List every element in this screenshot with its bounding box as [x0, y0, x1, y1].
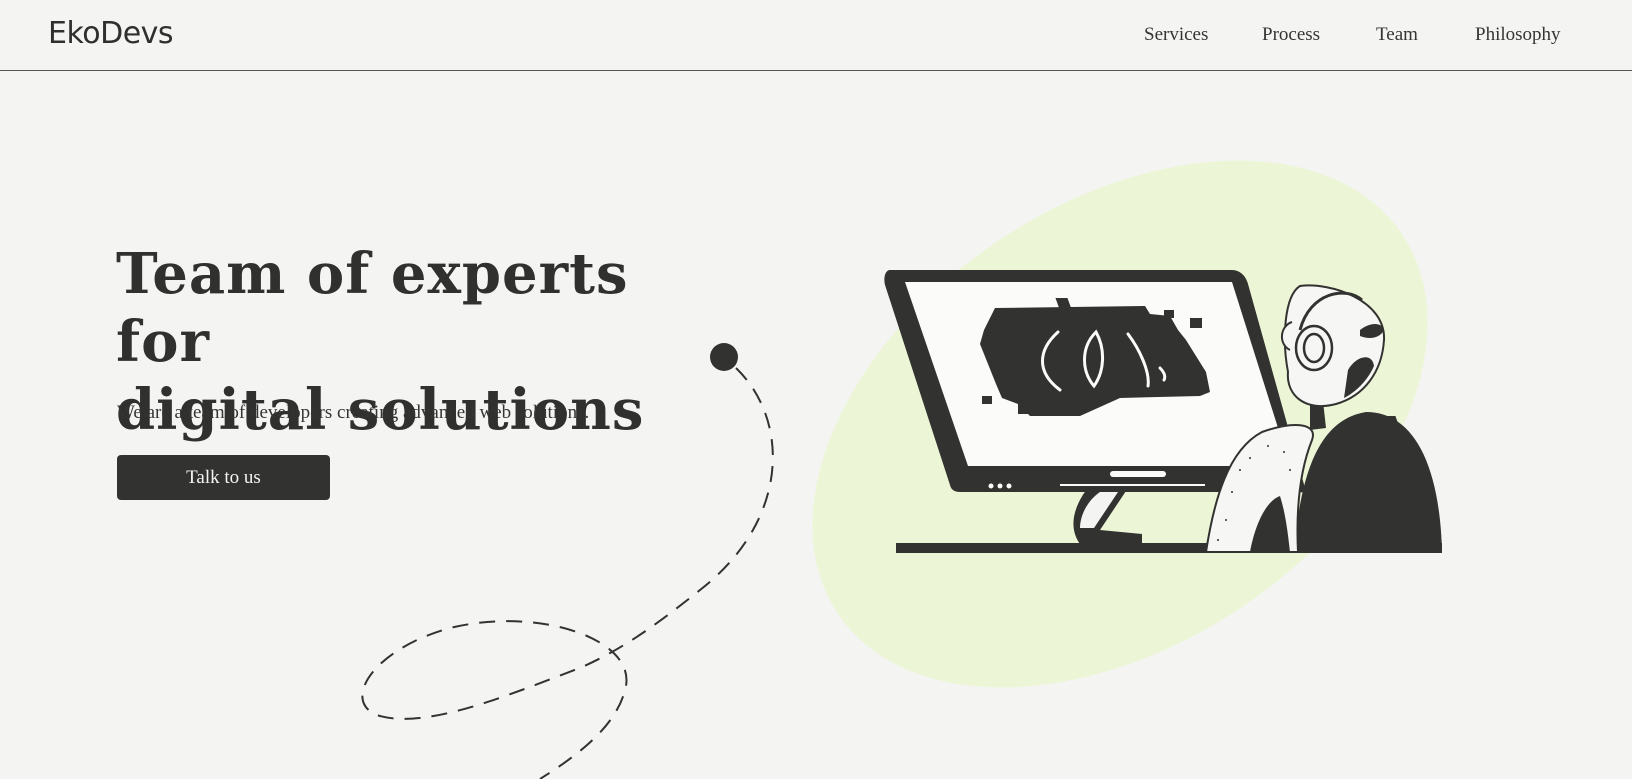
developer-at-monitor-illustration	[884, 270, 1442, 553]
headphones-icon	[1294, 324, 1334, 372]
chair	[1294, 412, 1442, 552]
